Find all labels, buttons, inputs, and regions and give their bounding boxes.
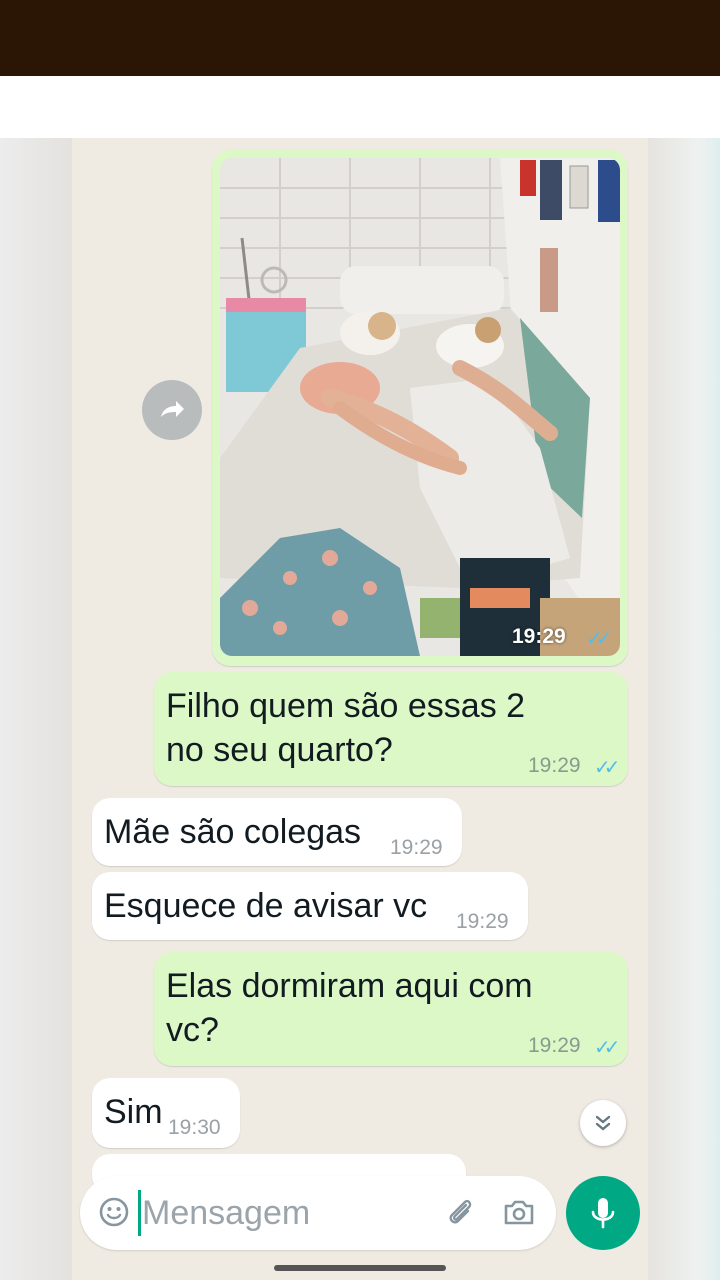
forward-icon	[161, 401, 184, 417]
camera-icon[interactable]	[502, 1196, 536, 1228]
message-timestamp: 19:29	[390, 836, 443, 859]
scroll-to-bottom-button[interactable]	[580, 1100, 626, 1146]
message-text: Sim	[104, 1093, 163, 1131]
message-bubble-in[interactable]: Esquece de avisar vc 19:29	[92, 872, 528, 940]
message-text-line: Filho quem são essas 2	[166, 687, 526, 725]
background-left	[0, 138, 72, 1280]
text-caret	[138, 1190, 141, 1236]
chevron-double-down-icon	[595, 1115, 611, 1131]
home-indicator[interactable]	[274, 1265, 446, 1271]
message-bubble-out[interactable]: Filho quem são essas 2 no seu quarto? 19…	[154, 672, 628, 786]
message-bubble-in[interactable]: Mãe são colegas 19:29	[92, 798, 462, 866]
image-read-ticks: ✓✓	[586, 628, 612, 650]
message-bubble-out[interactable]: Elas dormiram aqui com vc? 19:29 ✓✓	[154, 952, 628, 1066]
message-timestamp: 19:29	[528, 754, 581, 777]
paperclip-icon[interactable]	[444, 1196, 476, 1228]
read-ticks: ✓✓	[594, 1037, 620, 1059]
header-band	[0, 76, 720, 138]
message-text: Mãe são colegas	[104, 813, 362, 851]
message-text-line: no seu quarto?	[166, 731, 393, 769]
message-input[interactable]	[142, 1190, 432, 1236]
emoji-icon[interactable]	[98, 1196, 130, 1228]
message-text-line: vc?	[166, 1011, 219, 1049]
background-right	[648, 138, 720, 1280]
message-text-line: Elas dormiram aqui com	[166, 967, 533, 1005]
message-timestamp: 19:30	[168, 1116, 221, 1139]
voice-message-button[interactable]	[566, 1176, 640, 1250]
message-photo[interactable]	[220, 158, 620, 656]
forward-button[interactable]	[142, 380, 202, 440]
status-bar	[0, 0, 720, 76]
image-timestamp: 19:29	[512, 625, 566, 648]
message-text: Esquece de avisar vc	[104, 887, 428, 925]
message-timestamp: 19:29	[456, 910, 509, 933]
microphone-icon	[591, 1198, 615, 1229]
read-ticks: ✓✓	[594, 757, 620, 779]
message-timestamp: 19:29	[528, 1034, 581, 1057]
message-bubble-in[interactable]: Sim 19:30	[92, 1078, 240, 1148]
